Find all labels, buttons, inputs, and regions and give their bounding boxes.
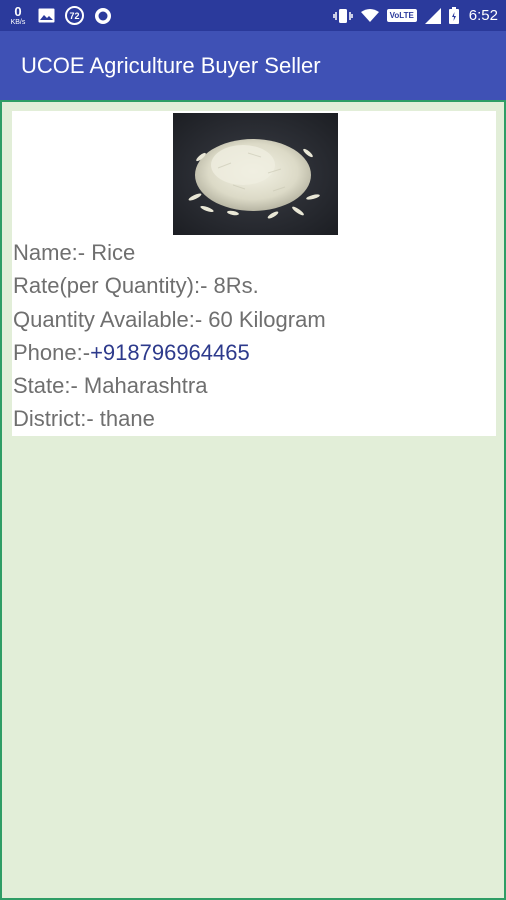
status-right-icons: VoLTE 6:52	[332, 0, 498, 31]
app-title: UCOE Agriculture Buyer Seller	[21, 53, 321, 78]
wifi-icon	[360, 8, 379, 22]
product-quantity-label: Quantity Available:-	[13, 307, 209, 332]
product-name-label: Name:-	[13, 240, 92, 265]
rice-grain-photo-icon	[173, 113, 338, 235]
product-phone-label: Phone:-	[13, 340, 91, 365]
phone-link[interactable]: +918796964465	[90, 340, 250, 365]
product-card[interactable]: Name:- Rice Rate(per Quantity):- 8Rs. Qu…	[12, 111, 496, 436]
product-name-value: Rice	[91, 240, 136, 265]
product-name-line: Name:- Rice	[13, 241, 135, 265]
record-icon	[95, 7, 111, 24]
product-phone-line: Phone:-+918796964465	[13, 341, 250, 365]
status-time: 6:52	[468, 7, 498, 24]
product-rate-label: Rate(per Quantity):-	[13, 273, 214, 298]
notification-count: 72	[69, 10, 80, 21]
product-rate-value: 8Rs.	[213, 273, 259, 298]
vibrate-icon	[332, 8, 353, 23]
content-area: Name:- Rice Rate(per Quantity):- 8Rs. Qu…	[0, 100, 506, 900]
product-quantity-line: Quantity Available:- 60 Kilogram	[13, 308, 326, 332]
network-speed-unit: KB/s	[10, 19, 26, 26]
signal-icon	[424, 7, 441, 24]
app-bar: UCOE Agriculture Buyer Seller	[0, 31, 506, 100]
status-bar: 0 KB/s 72 VoLTE 6:52	[0, 0, 506, 31]
product-district-value: thane	[99, 406, 155, 431]
network-speed-value: 0	[14, 4, 22, 19]
product-quantity-value: 60 Kilogram	[208, 307, 326, 332]
network-speed-indicator: 0 KB/s	[8, 5, 28, 26]
volte-badge: VoLTE	[386, 9, 417, 22]
notification-count-icon: 72	[65, 6, 84, 25]
product-state-line: State:- Maharashtra	[13, 374, 207, 398]
gallery-icon	[38, 8, 55, 23]
product-state-label: State:-	[13, 373, 84, 398]
product-state-value: Maharashtra	[83, 373, 208, 398]
status-left-icons: 0 KB/s 72	[8, 0, 112, 31]
battery-icon	[448, 7, 459, 24]
product-district-label: District:-	[13, 406, 100, 431]
product-rate-line: Rate(per Quantity):- 8Rs.	[13, 274, 259, 298]
product-district-line: District:- thane	[13, 407, 155, 431]
